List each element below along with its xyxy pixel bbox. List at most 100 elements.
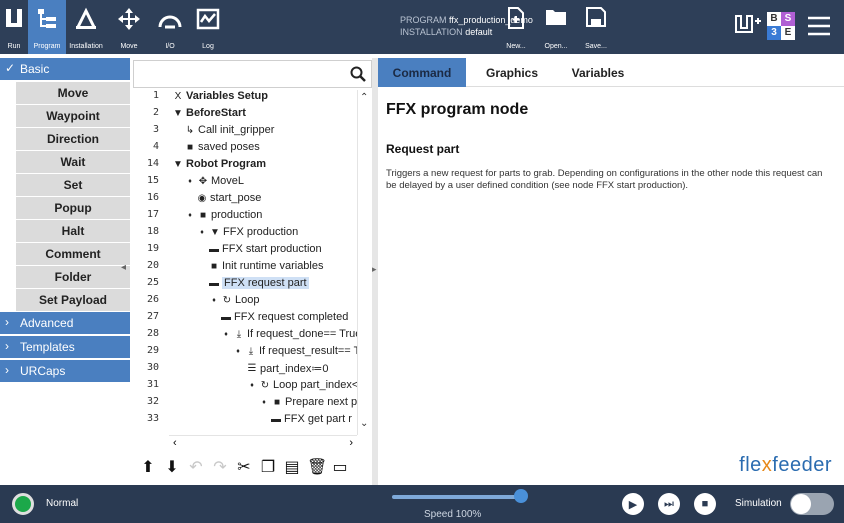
tree-row[interactable]: 30 ☰ part_index≔0	[133, 362, 358, 378]
tree-row[interactable]: 18 ♦ ▼ FFX production	[133, 226, 358, 242]
delete-icon[interactable]: 🗑	[307, 457, 327, 477]
tree-row[interactable]: 16 ◉ start_pose	[133, 192, 358, 208]
move-up-icon[interactable]: ⬆	[139, 457, 157, 477]
expand-toggle-icon[interactable]: ♦	[233, 348, 243, 355]
hamburger-menu-icon[interactable]	[806, 15, 832, 37]
installation-tab[interactable]: Installation	[66, 0, 106, 54]
log-tab[interactable]: Log	[192, 0, 224, 54]
robot-status-indicator[interactable]	[12, 493, 34, 515]
scroll-right-icon[interactable]: ›	[349, 437, 353, 449]
io-tab[interactable]: I/O	[154, 0, 186, 54]
tree-node-label: start_pose	[210, 192, 262, 204]
node-type-icon: ■	[186, 141, 194, 153]
tree-row[interactable]: 4 ■ saved poses	[133, 141, 358, 157]
simulation-toggle[interactable]	[790, 493, 834, 515]
tab-graphics[interactable]: Graphics	[474, 58, 550, 87]
expand-toggle-icon[interactable]: ♦	[209, 297, 219, 304]
tree-row[interactable]: 29 ♦ ⤓ If request_result== T	[133, 345, 358, 361]
tree-node: ▼ Robot Program	[173, 158, 266, 170]
safety-checksum-badge[interactable]: B S 3 E	[767, 12, 795, 40]
tree-vertical-scrollbar[interactable]: ⌃ ⌄	[357, 90, 372, 435]
node-type-icon: ⤓	[236, 328, 242, 340]
node-popup-button[interactable]: Popup	[16, 197, 130, 219]
node-wait-button[interactable]: Wait	[16, 151, 130, 173]
suppress-icon[interactable]: ▭	[331, 457, 349, 477]
run-tab[interactable]: Run	[0, 0, 28, 54]
installation-key: INSTALLATION	[400, 27, 463, 37]
collapse-sidebar-arrow-icon[interactable]: ◂	[121, 262, 126, 273]
speed-slider[interactable]	[392, 495, 522, 499]
tree-node: ■ Init runtime variables	[209, 260, 324, 272]
move-tab[interactable]: Move	[114, 0, 144, 54]
new-program-button[interactable]: New...	[500, 0, 532, 54]
category-basic[interactable]: ✓ Basic	[0, 58, 130, 80]
expand-toggle-icon[interactable]: ♦	[185, 178, 195, 185]
tab-command[interactable]: Command	[378, 58, 466, 87]
node-move-button[interactable]: Move	[16, 82, 130, 104]
copy-icon[interactable]: ❐	[259, 457, 277, 477]
step-button[interactable]: ⏭	[658, 493, 680, 515]
scroll-down-icon[interactable]: ⌄	[360, 418, 368, 429]
expand-pane-arrow-icon[interactable]: ▸	[372, 264, 377, 275]
tab-variables[interactable]: Variables	[558, 58, 638, 87]
search-input[interactable]	[133, 60, 372, 88]
scroll-left-icon[interactable]: ‹	[173, 437, 177, 449]
node-label: Folder	[54, 270, 92, 284]
tree-row[interactable]: 3 ↳ Call init_gripper	[133, 124, 358, 140]
node-type-icon: ↻	[222, 294, 232, 306]
scroll-up-icon[interactable]: ⌃	[360, 92, 368, 103]
tree-row[interactable]: 17 ♦ ■ production	[133, 209, 358, 225]
node-halt-button[interactable]: Halt	[16, 220, 130, 242]
tree-node-label: FFX get part r	[284, 413, 352, 425]
tree-row[interactable]: 31 ♦ ↻ Loop part_index<	[133, 379, 358, 395]
node-type-icon: ✥	[198, 175, 208, 187]
tree-row[interactable]: 33 ▬ FFX get part r	[133, 413, 358, 429]
node-label: Popup	[54, 201, 92, 215]
redo-icon[interactable]: ↷	[211, 457, 229, 477]
tree-row[interactable]: 20 ■ Init runtime variables	[133, 260, 358, 276]
expand-toggle-icon[interactable]: ♦	[221, 331, 231, 338]
tree-row[interactable]: 19 ▬ FFX start production	[133, 243, 358, 259]
cut-icon[interactable]: ✂	[235, 457, 253, 477]
stop-button[interactable]: ■	[694, 493, 716, 515]
category-urcaps[interactable]: › URCaps	[0, 360, 130, 382]
expand-toggle-icon[interactable]: ♦	[259, 399, 269, 406]
tree-row[interactable]: 26 ♦ ↻ Loop	[133, 294, 358, 310]
expand-toggle-icon[interactable]: ♦	[197, 229, 207, 236]
play-button[interactable]: ▶	[622, 493, 644, 515]
node-comment-button[interactable]: Comment	[16, 243, 130, 265]
io-icon	[158, 15, 182, 29]
tree-row[interactable]: 14 ▼ Robot Program	[133, 158, 358, 174]
tree-horizontal-scrollbar[interactable]: ‹ ›	[169, 435, 357, 451]
node-waypoint-button[interactable]: Waypoint	[16, 105, 130, 127]
undo-icon[interactable]: ↶	[187, 457, 205, 477]
category-templates[interactable]: › Templates	[0, 336, 130, 358]
program-nodes-sidebar: ✓ Basic Move Waypoint Direction Wait Set …	[0, 58, 130, 458]
urplus-icon[interactable]	[734, 13, 764, 37]
expand-toggle-icon[interactable]: ♦	[185, 212, 195, 219]
tree-row[interactable]: 27 ▬ FFX request completed	[133, 311, 358, 327]
program-tab[interactable]: Program	[28, 0, 66, 54]
expand-toggle-icon[interactable]: ♦	[247, 382, 257, 389]
tree-row[interactable]: 2 ▼ BeforeStart	[133, 107, 358, 123]
search-icon[interactable]	[350, 66, 366, 82]
category-advanced[interactable]: › Advanced	[0, 312, 130, 334]
installation-label: Installation	[69, 43, 103, 50]
node-direction-button[interactable]: Direction	[16, 128, 130, 150]
tree-row[interactable]: 32 ♦ ■ Prepare next pa	[133, 396, 358, 412]
node-set-button[interactable]: Set	[16, 174, 130, 196]
save-disk-icon	[586, 7, 606, 27]
save-program-button[interactable]: Save...	[580, 0, 612, 54]
node-label: Halt	[61, 224, 85, 238]
speed-slider-handle[interactable]	[514, 489, 528, 503]
tree-row[interactable]: 15 ♦ ✥ MoveL	[133, 175, 358, 191]
paste-icon[interactable]: ▤	[283, 457, 301, 477]
node-set-payload-button[interactable]: Set Payload	[16, 289, 130, 311]
tree-row[interactable]: 1 X Variables Setup	[133, 90, 358, 106]
tree-row[interactable]: 28 ♦ ⤓ If request_done== True	[133, 328, 358, 344]
open-program-button[interactable]: Open...	[538, 0, 574, 54]
tree-row[interactable]: 25 ▬ FFX request part	[133, 277, 358, 293]
node-label: Direction	[46, 132, 99, 146]
move-down-icon[interactable]: ⬇	[163, 457, 181, 477]
node-folder-button[interactable]: Folder	[16, 266, 130, 288]
